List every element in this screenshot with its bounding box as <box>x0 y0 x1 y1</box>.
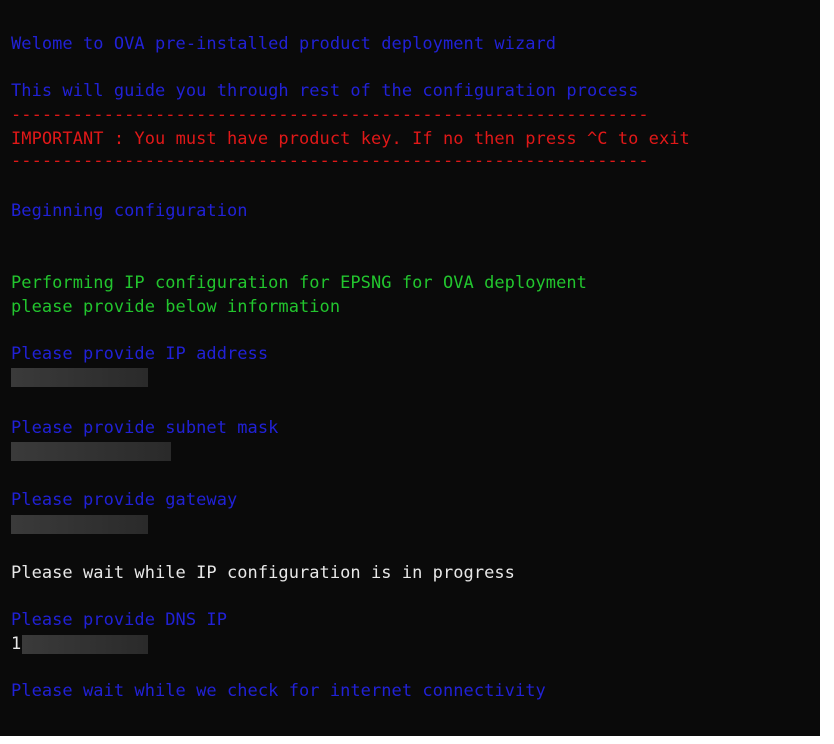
wait-ip-line: Please wait while IP configuration is in… <box>11 563 515 583</box>
ip-address-input-masked[interactable] <box>11 368 148 387</box>
divider-bottom: ----------------------------------------… <box>11 151 649 171</box>
performing-line: Performing IP configuration for EPSNG fo… <box>11 273 587 293</box>
beginning-line: Beginning configuration <box>11 201 248 221</box>
important-text: You must have product key. If no then pr… <box>124 129 690 149</box>
terminal-window[interactable]: Welome to OVA pre-installed product depl… <box>0 0 820 736</box>
dns-ip-first-char: 1 <box>11 634 22 654</box>
welcome-line: Welome to OVA pre-installed product depl… <box>11 34 557 54</box>
wait-internet-line: Please wait while we check for internet … <box>11 681 546 701</box>
divider-top: ----------------------------------------… <box>11 105 649 125</box>
gateway-input-masked[interactable] <box>11 515 148 534</box>
guide-line: This will guide you through rest of the … <box>11 81 639 101</box>
subnet-mask-input-masked[interactable] <box>11 442 171 461</box>
prompt-dns-ip: Please provide DNS IP <box>11 610 227 630</box>
prompt-gateway: Please provide gateway <box>11 490 238 510</box>
important-line: IMPORTANT : You must have product key. I… <box>11 129 690 149</box>
prompt-subnet-mask: Please provide subnet mask <box>11 418 279 438</box>
important-label: IMPORTANT : <box>11 129 125 149</box>
provide-below-line: please provide below information <box>11 297 341 317</box>
prompt-ip-address: Please provide IP address <box>11 344 269 364</box>
dns-ip-input-masked[interactable] <box>22 635 148 654</box>
